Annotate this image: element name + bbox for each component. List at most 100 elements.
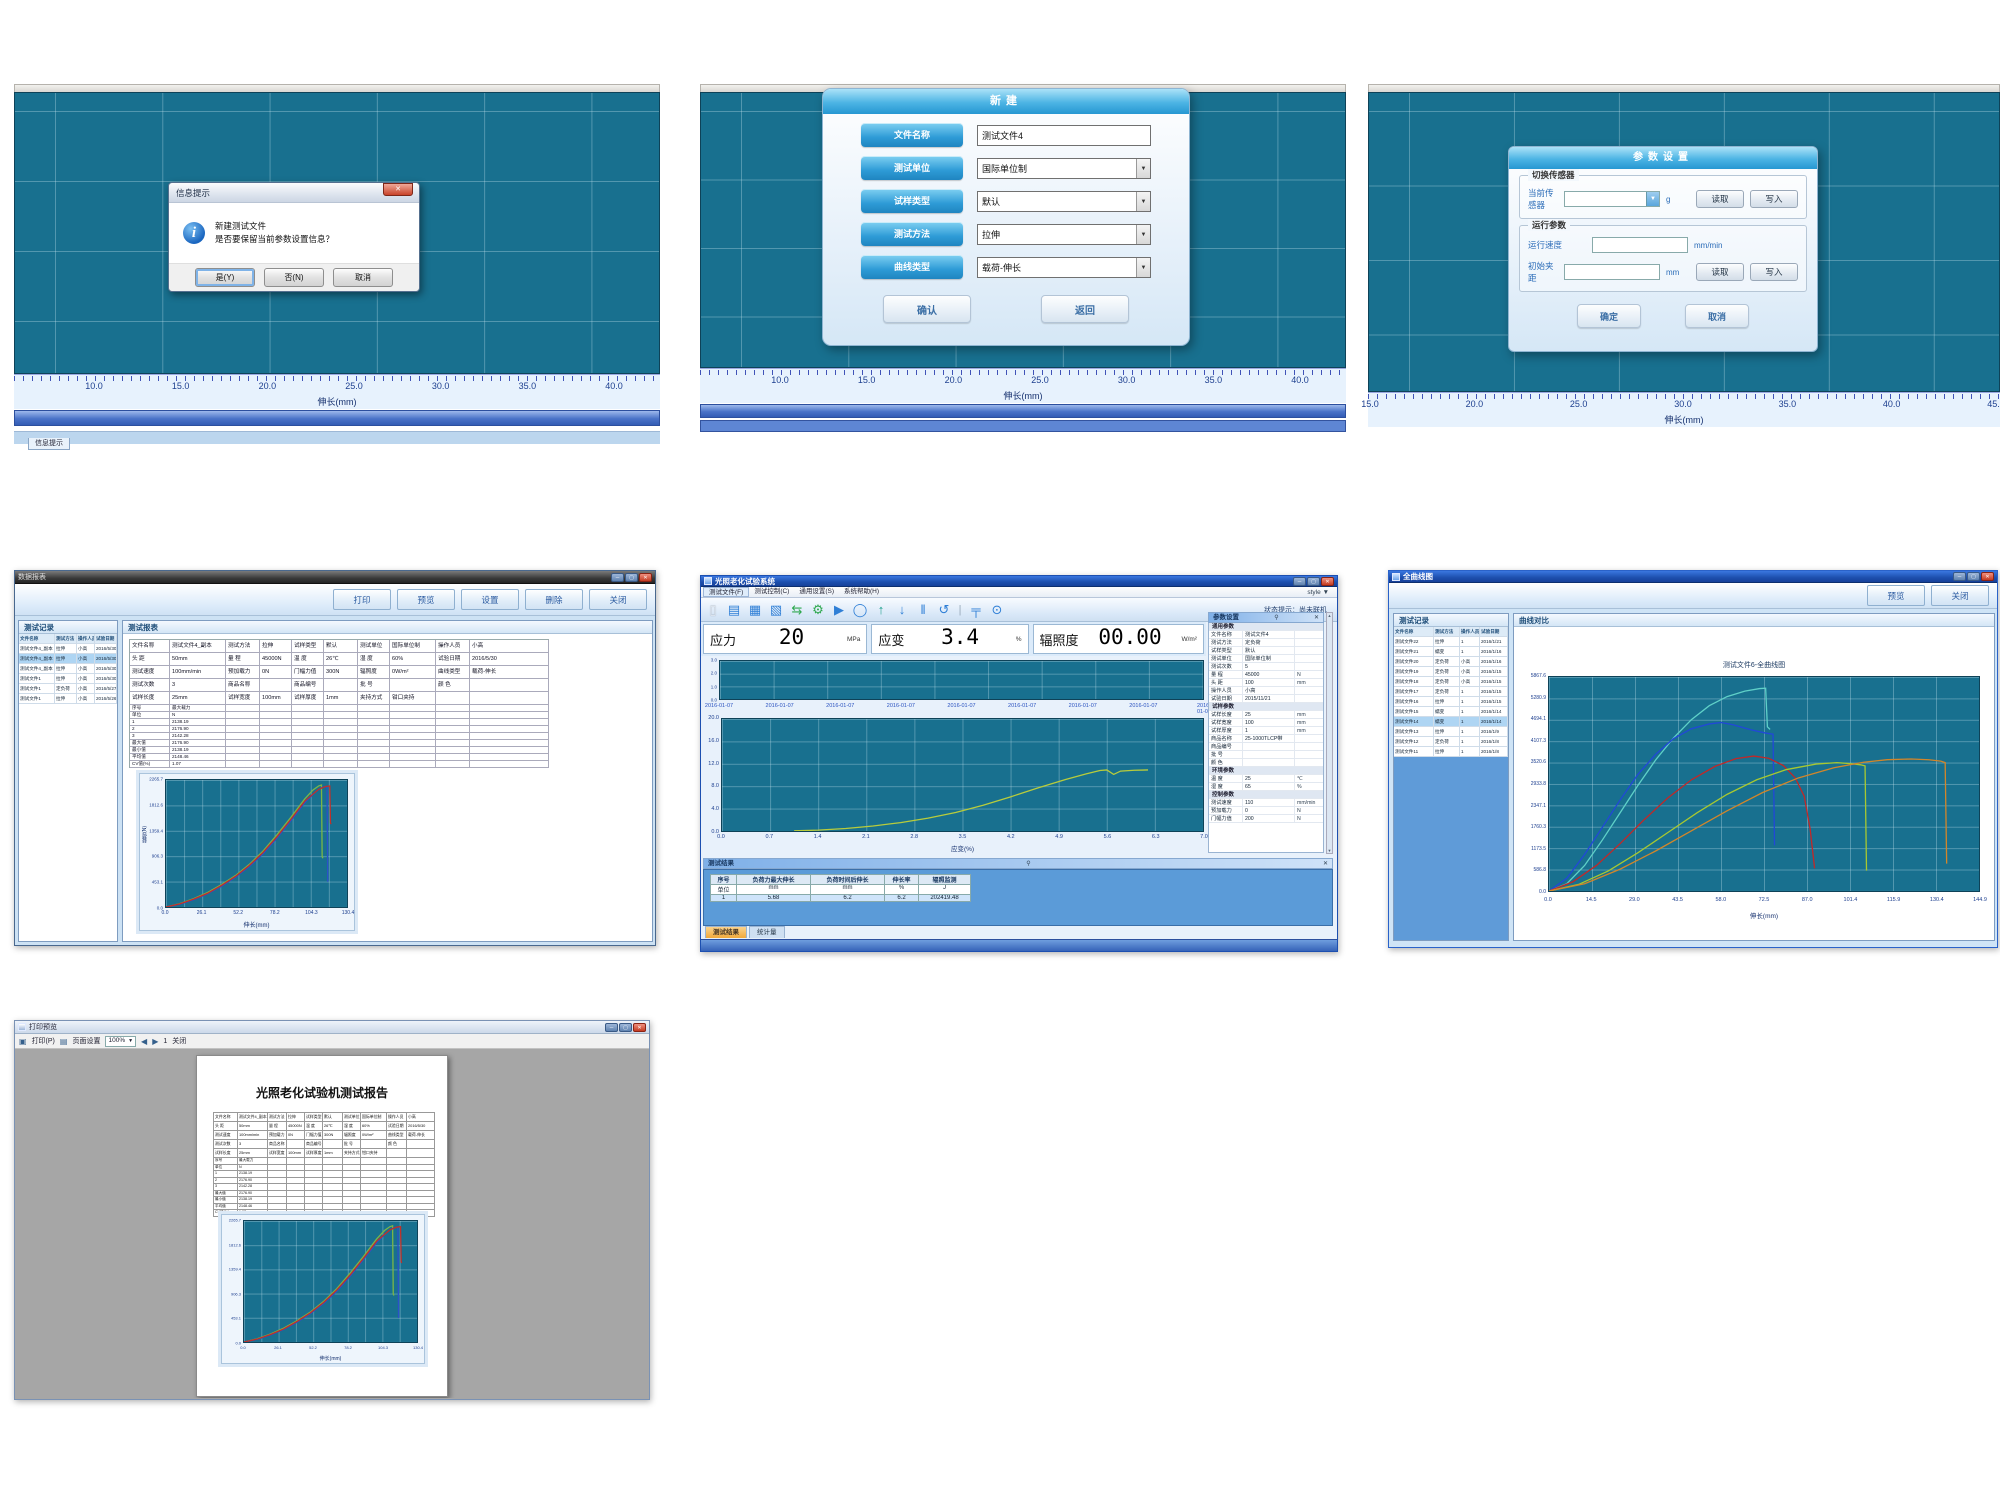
parameter-row[interactable]: 操作人员 小高 [1209,687,1323,695]
parameter-row[interactable]: 试样长度 25 mm [1209,711,1323,719]
table-row[interactable]: 测试文件19 定负荷 小高 2016/1/15 [1394,667,1508,677]
confirm-button[interactable]: 确认 [883,295,971,323]
table-row[interactable]: 测试文件1 定负荷 小高 2016/5/27 [19,684,117,694]
save-icon[interactable]: ▦ [747,599,763,621]
minimize-button[interactable]: ─ [611,573,624,582]
stop-test-icon[interactable]: ◯ [852,599,868,621]
pause-icon[interactable]: ‖ [915,599,931,621]
bottom-tab[interactable]: 信息提示 [28,438,70,450]
parameter-row[interactable]: 商品名称 25-1000TLCP带 [1209,735,1323,743]
settings-gear-icon[interactable]: ⚙ [810,599,826,621]
window-titlebar[interactable]: 打印预览 ─ ▢ ✕ [15,1021,649,1034]
menu-item[interactable]: 测试控制(C) [749,587,794,597]
field-input[interactable]: 默认 ▼ [977,191,1151,212]
table-row[interactable]: 测试文件4_副本 拉伸 小高 2016/5/30 [19,654,117,664]
read-button[interactable]: 读取 [1696,263,1744,281]
toolbar-button[interactable]: 打印 [333,589,391,610]
table-row[interactable]: 测试文件4_副本 拉伸 小高 2016/5/30 [19,644,117,654]
machine-icon[interactable]: ╤ [968,599,984,621]
dock-header[interactable]: 测试结果 ⚲ ✕ [703,858,1333,869]
chevron-down-icon[interactable]: ▼ [1136,159,1150,178]
field-input[interactable]: 拉伸 ▼ [977,224,1151,245]
close-icon[interactable]: ✕ [1314,613,1319,622]
save-as-icon[interactable]: ▧ [768,599,784,621]
cancel-button[interactable]: 取消 [333,268,393,287]
parameter-row[interactable]: 测试速度 110 mm/min [1209,799,1323,807]
parameter-row[interactable]: 环境参数 [1209,767,1323,775]
parameter-row[interactable]: 通用参数 [1209,623,1323,631]
parameter-row[interactable]: 文件名称 测试文件4 [1209,631,1323,639]
parameter-row[interactable]: 颜 色 [1209,759,1323,767]
scroll-down-icon[interactable]: ▼ [1328,848,1332,853]
close-icon[interactable]: ✕ [1323,859,1328,868]
menu-item[interactable]: 测试文件(F) [703,587,749,597]
ok-button[interactable]: 确定 [1577,304,1641,328]
parameter-row[interactable]: 温 度 25 ℃ [1209,775,1323,783]
maximize-button[interactable]: ▢ [1967,572,1980,581]
window-titlebar[interactable]: 全曲线图 ─ ▢ ✕ [1389,571,1997,583]
result-row[interactable]: 1 5.68 6.2 6.2 202419.48 [711,895,971,902]
next-page-icon[interactable]: ▶ [152,1037,158,1046]
close-button[interactable]: ✕ [633,1023,646,1032]
close-button[interactable]: ✕ [1981,572,1994,581]
move-down-icon[interactable]: ↓ [894,599,910,621]
move-up-icon[interactable]: ↑ [873,599,889,621]
toolbar-button[interactable]: 关闭 [589,589,647,610]
parameter-row[interactable]: 测试次数 5 [1209,663,1323,671]
maximize-button[interactable]: ▢ [625,573,638,582]
dialog-title[interactable]: 新建 [823,89,1189,114]
table-row[interactable]: 测试文件12 定负荷 1 2016/1/8 [1394,737,1508,747]
table-row[interactable]: 测试文件18 定负荷 小高 2016/1/15 [1394,677,1508,687]
parameter-row[interactable]: 商品编号 [1209,743,1323,751]
field-input[interactable]: 国际单位制 ▼ [977,158,1151,179]
start-test-icon[interactable]: ▶ [831,599,847,621]
sensor-select[interactable]: ▼ [1564,191,1660,207]
parameter-row[interactable]: 预加载力 0 N [1209,807,1323,815]
parameter-row[interactable]: 湿 度 65 % [1209,783,1323,791]
menu-item[interactable]: 系统帮助(H) [839,587,884,597]
parameter-row[interactable]: 控制参数 [1209,791,1323,799]
close-button[interactable]: ✕ [639,573,652,582]
dock-scrollbar[interactable]: ▲ ▼ [1326,612,1333,854]
parameter-row[interactable]: 试验日期 2015/11/21 [1209,695,1323,703]
toolbar-button[interactable]: 预览 [1867,585,1925,606]
minimize-button[interactable]: ─ [605,1023,618,1032]
scroll-up-icon[interactable]: ▲ [1328,613,1332,618]
open-file-icon[interactable]: ▤ [726,599,742,621]
window-titlebar[interactable]: 光照老化试验系统 ─ ▢ ✕ [701,576,1337,587]
parameter-row[interactable]: 测试单位 国际单位制 [1209,655,1323,663]
close-button[interactable]: ✕ [383,183,413,196]
dialog-title[interactable]: 参数设置 [1509,147,1817,169]
gap-input[interactable] [1564,264,1660,280]
toolbar-separator[interactable]: | [957,599,963,621]
window-titlebar[interactable]: 数据报表 ─ ▢ ✕ [15,571,655,584]
maximize-button[interactable]: ▢ [1307,577,1320,586]
table-row[interactable]: 测试文件22 拉伸 1 2016/1/21 [1394,637,1508,647]
bottom-tab[interactable]: 测试结果 [705,926,747,938]
close-button[interactable]: ✕ [1321,577,1334,586]
previous-page-icon[interactable]: ◀ [141,1037,147,1046]
table-row[interactable]: 测试文件20 定负荷 小高 2016/1/16 [1394,657,1508,667]
pin-icon[interactable]: ⚲ [1026,859,1030,868]
style-select[interactable]: style ▼ [1307,589,1335,596]
toolbar-button[interactable]: 关闭 [1931,585,1989,606]
pin-icon[interactable]: ⚲ [1274,613,1278,622]
toolbar-button[interactable]: 预览 [397,589,455,610]
page-setup-button[interactable]: 页面设置 [72,1036,100,1046]
chevron-down-icon[interactable]: ▼ [1136,258,1150,277]
speed-input[interactable] [1592,237,1688,253]
cancel-button[interactable]: 取消 [1685,304,1749,328]
field-input[interactable]: 测试文件4 ▼ [977,125,1151,146]
print-button[interactable]: 打印(P) [32,1036,55,1046]
bottom-tab[interactable]: 统计量 [749,926,785,938]
table-row[interactable]: 测试文件16 拉伸 1 2016/1/15 [1394,697,1508,707]
menu-item[interactable]: 通用设置(S) [794,587,839,597]
new-file-icon[interactable]: ▯ [705,599,721,621]
table-row[interactable]: 测试文件15 蠕变 1 2016/1/14 [1394,707,1508,717]
dock-header[interactable]: 参数设置 ⚲ ✕ [1208,612,1324,623]
parameter-row[interactable]: 测试方法 定负荷 [1209,639,1323,647]
parameter-row[interactable]: 批 号 [1209,751,1323,759]
table-row[interactable]: 测试文件11 拉伸 1 2016/1/8 [1394,747,1508,757]
power-icon[interactable]: ⊙ [989,599,1005,621]
parameter-row[interactable]: 头 距 100 mm [1209,679,1323,687]
